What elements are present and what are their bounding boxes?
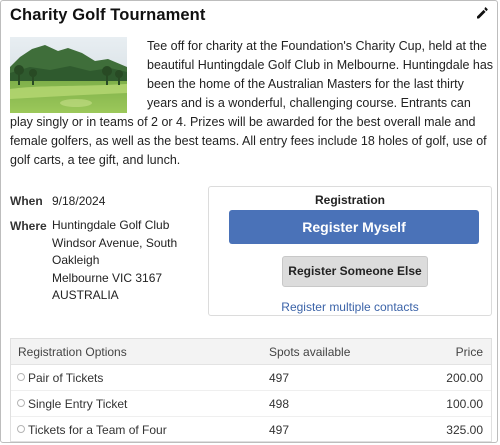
address-line: Melbourne VIC 3167 (52, 270, 163, 285)
option-spots: 498 (269, 397, 290, 411)
table-header-row: Registration Options Spots available Pri… (11, 339, 491, 365)
register-someone-else-button[interactable]: Register Someone Else (282, 256, 428, 287)
event-title: Charity Golf Tournament (10, 6, 206, 24)
option-radio[interactable] (17, 425, 25, 433)
option-radio[interactable] (17, 373, 25, 381)
register-multiple-contacts-link[interactable]: Register multiple contacts (209, 300, 491, 314)
where-address: Huntingdale Golf Club Windsor Avenue, So… (52, 217, 177, 305)
event-description: Tee off for charity at the Foundation's … (10, 37, 494, 170)
option-price: 100.00 (446, 397, 483, 411)
pencil-icon[interactable] (475, 6, 489, 20)
table-row[interactable]: Tickets for a Team of Four 497 325.00 (11, 416, 491, 442)
option-radio[interactable] (17, 399, 25, 407)
option-spots: 497 (269, 423, 290, 437)
header-price: Price (455, 345, 483, 359)
address-line: Huntingdale Golf Club (52, 218, 170, 232)
when-label: When (10, 194, 43, 208)
option-price: 325.00 (446, 423, 483, 437)
address-line: AUSTRALIA (52, 288, 119, 302)
option-spots: 497 (269, 371, 290, 385)
when-value: 9/18/2024 (52, 194, 106, 208)
header-registration-options: Registration Options (18, 345, 127, 359)
event-card: Charity Golf Tournament Tee off for char… (0, 0, 498, 443)
option-price: 200.00 (446, 371, 483, 385)
registration-heading: Registration (314, 193, 385, 207)
register-myself-button[interactable]: Register Myself (229, 210, 479, 244)
table-row[interactable]: Pair of Tickets 497 200.00 (11, 364, 491, 391)
registration-options-table: Registration Options Spots available Pri… (10, 338, 492, 442)
header-spots-available: Spots available (269, 345, 351, 359)
option-name: Tickets for a Team of Four (28, 423, 167, 437)
address-line: Windsor Avenue, South (52, 235, 178, 250)
address-line: Oakleigh (52, 253, 100, 267)
option-name: Pair of Tickets (28, 371, 104, 385)
where-label: Where (10, 219, 47, 233)
table-row[interactable]: Single Entry Ticket 498 100.00 (11, 390, 491, 417)
option-name: Single Entry Ticket (28, 397, 128, 411)
registration-panel: Registration Register Myself Register So… (208, 186, 492, 316)
